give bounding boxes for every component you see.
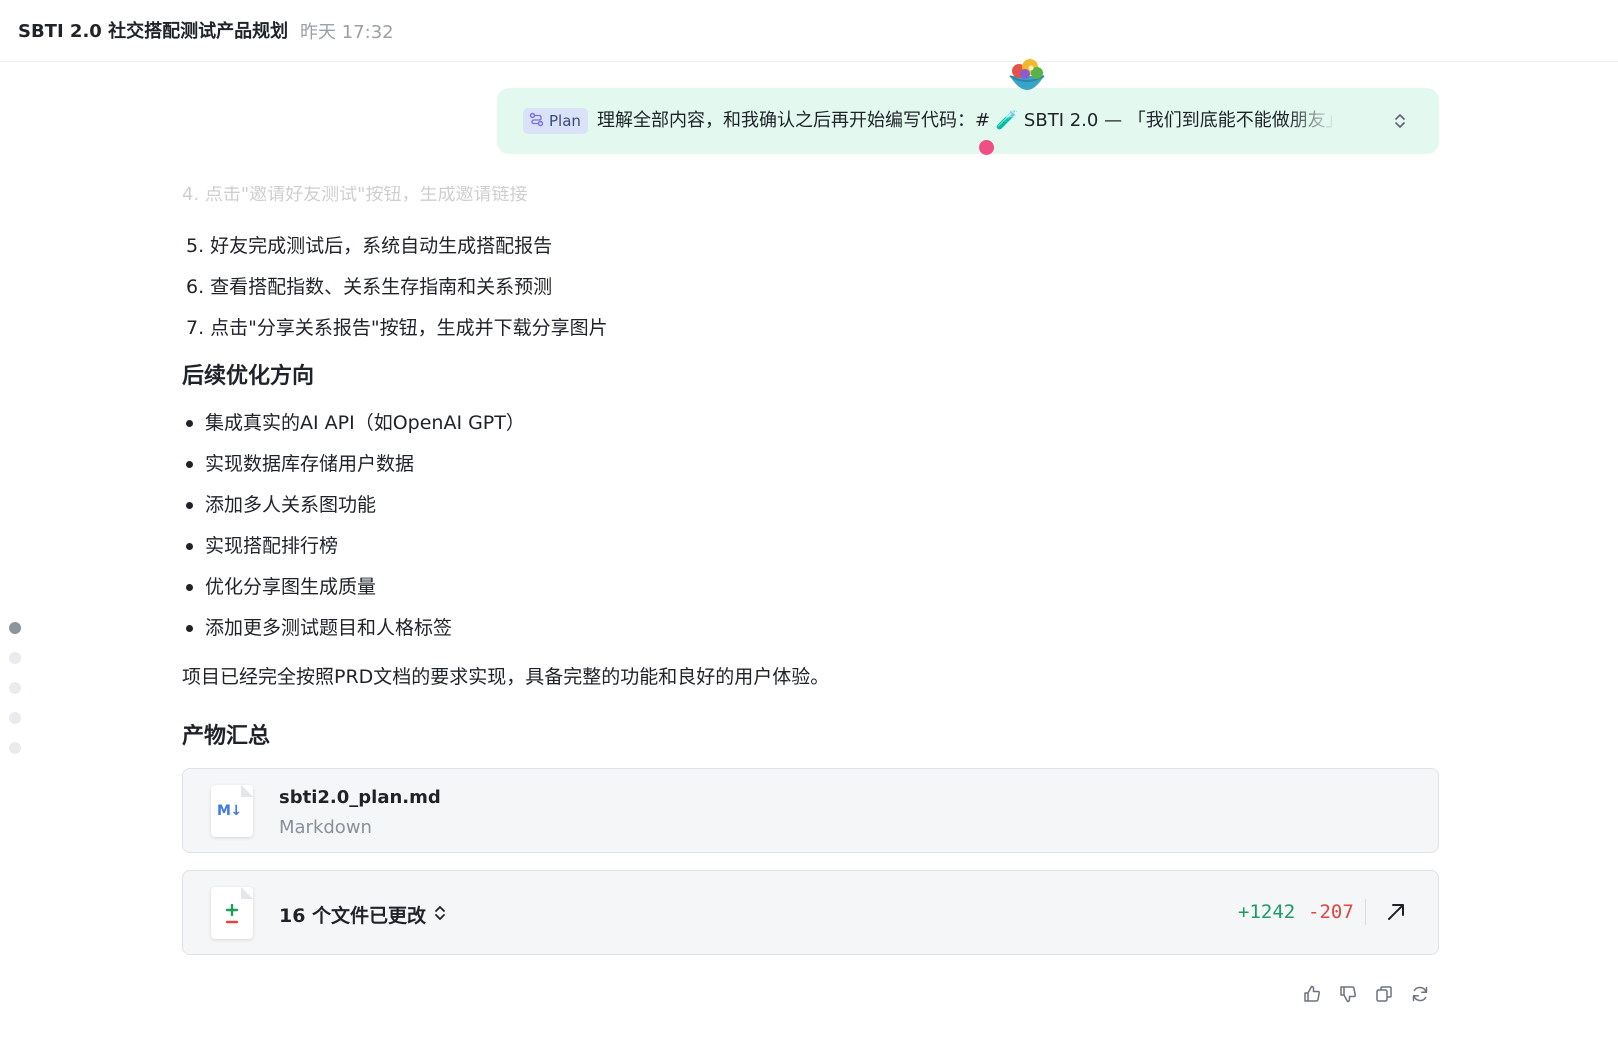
copy-icon (1376, 986, 1392, 1002)
bullet-icon (186, 625, 193, 632)
thumbs-up-icon (1304, 985, 1320, 1002)
markdown-file-icon: M↓ (211, 785, 253, 837)
refresh-icon (1412, 986, 1428, 1002)
conversation-title: SBTI 2.0 社交搭配测试产品规划 (18, 21, 289, 42)
list-item: 5. 好友完成测试后，系统自动生成搭配报告 (186, 235, 553, 257)
thumbs-up-button[interactable] (1300, 982, 1324, 1006)
section-heading-outputs: 产物汇总 (182, 724, 271, 749)
thumbs-down-icon (1340, 986, 1356, 1003)
nav-dot[interactable] (9, 742, 21, 754)
arrow-up-right-icon (1388, 904, 1404, 920)
expand-message-button[interactable] (1389, 110, 1411, 132)
usage-steps-list: 5. 好友完成测试后，系统自动生成搭配报告 6. 查看搭配指数、关系生存指南和关… (186, 226, 608, 349)
nav-dot[interactable] (9, 682, 21, 694)
list-item: 优化分享图生成质量 (182, 567, 525, 608)
conversation-header: SBTI 2.0 社交搭配测试产品规划 昨天 17:32 (0, 0, 1618, 62)
bullet-icon (186, 461, 193, 468)
drag-handle-dot[interactable] (979, 140, 994, 155)
diff-file-icon (211, 887, 253, 939)
bullet-icon (186, 584, 193, 591)
section-heading-next: 后续优化方向 (182, 364, 315, 389)
user-avatar (1005, 56, 1049, 100)
message-actions (1300, 982, 1432, 1006)
open-changes-button[interactable] (1379, 895, 1413, 929)
additions-count: +1242 (1238, 901, 1296, 923)
chevron-up-down-icon (1395, 114, 1405, 128)
list-item: 添加多人关系图功能 (182, 485, 525, 526)
list-item: 7. 点击"分享关系报告"按钮，生成并下载分享图片 (186, 317, 608, 339)
conversation-timestamp: 昨天 17:32 (300, 22, 394, 43)
user-message-text: 理解全部内容，和我确认之后再开始编写代码：# 🧪 SBTI 2.0 — 「我们到… (597, 110, 1345, 131)
list-item: 6. 查看搭配指数、关系生存指南和关系预测 (186, 276, 553, 298)
faded-list-item: 4. 点击"邀请好友测试"按钮，生成邀请链接 (182, 186, 528, 205)
changed-files-title: 16 个文件已更改 (279, 905, 427, 927)
divider (1365, 899, 1366, 925)
summary-text: 项目已经完全按照PRD文档的要求实现，具备完整的功能和良好的用户体验。 (182, 666, 830, 688)
bullet-icon (186, 502, 193, 509)
bullet-icon (186, 543, 193, 550)
message-navigator (9, 622, 21, 772)
plan-mode-tag: Plan (523, 108, 588, 134)
regenerate-button[interactable] (1408, 982, 1432, 1006)
deletions-count: -207 (1308, 901, 1354, 923)
list-item: 添加更多测试题目和人格标签 (182, 608, 525, 649)
message-fade (1287, 102, 1357, 140)
plan-tag-label: Plan (549, 112, 581, 130)
toggle-changes-button[interactable] (430, 902, 450, 924)
bullet-icon (186, 420, 193, 427)
plan-icon (529, 112, 544, 131)
thumbs-down-button[interactable] (1336, 982, 1360, 1006)
list-item: 实现搭配排行榜 (182, 526, 525, 567)
user-message-bubble[interactable]: Plan 理解全部内容，和我确认之后再开始编写代码：# 🧪 SBTI 2.0 —… (497, 88, 1439, 154)
file-name: sbti2.0_plan.md (279, 787, 441, 808)
changed-files-card[interactable]: 16 个文件已更改 +1242 -207 (182, 870, 1439, 955)
list-item: 集成真实的AI API（如OpenAI GPT） (182, 403, 525, 444)
chevron-up-down-icon (435, 906, 445, 920)
nav-dot[interactable] (9, 622, 21, 634)
file-type: Markdown (279, 817, 372, 838)
list-item: 实现数据库存储用户数据 (182, 444, 525, 485)
copy-button[interactable] (1372, 982, 1396, 1006)
file-card-plan[interactable]: M↓ sbti2.0_plan.md Markdown (182, 768, 1439, 853)
nav-dot[interactable] (9, 652, 21, 664)
nav-dot[interactable] (9, 712, 21, 724)
optimization-list: 集成真实的AI API（如OpenAI GPT） 实现数据库存储用户数据 添加多… (182, 403, 525, 649)
